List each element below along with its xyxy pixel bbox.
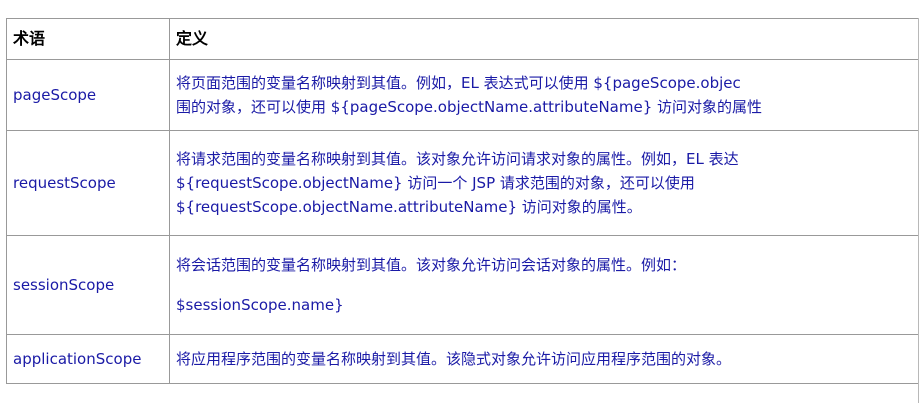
scope-definition-table: 术语 定义 pageScope 将页面范围的变量名称映射到其值。例如，EL 表达… [6,18,919,384]
table-row: pageScope 将页面范围的变量名称映射到其值。例如，EL 表达式可以使用 … [6,59,919,131]
definition-line: ${requestScope.objectName} 访问一个 JSP 请求范围… [176,174,695,192]
definition-line: 将请求范围的变量名称映射到其值。该对象允许访问请求对象的属性。例如，EL 表达 [176,150,739,168]
definition-line: 将应用程序范围的变量名称映射到其值。该隐式对象允许访问应用程序范围的对象。 [176,350,732,368]
definition-line: ${requestScope.objectName.attributeName}… [176,198,642,216]
term-cell: applicationScope [6,334,170,384]
definition-cell: 将页面范围的变量名称映射到其值。例如，EL 表达式可以使用 ${pageScop… [169,59,919,131]
term-cell: pageScope [6,59,170,131]
definition-line: $sessionScope.name} [176,296,344,314]
table-header-row: 术语 定义 [6,18,919,60]
table-row: sessionScope 将会话范围的变量名称映射到其值。该对象允许访问会话对象… [6,235,919,335]
term-cell: requestScope [6,130,170,236]
definition-cell: 将应用程序范围的变量名称映射到其值。该隐式对象允许访问应用程序范围的对象。 [169,334,919,384]
definition-cell: 将请求范围的变量名称映射到其值。该对象允许访问请求对象的属性。例如，EL 表达 … [169,130,919,236]
definition-line: 将页面范围的变量名称映射到其值。例如，EL 表达式可以使用 ${pageScop… [176,74,741,92]
definition-line: 将会话范围的变量名称映射到其值。该对象允许访问会话对象的属性。例如： [176,256,687,274]
header-definition: 定义 [169,18,919,60]
header-term: 术语 [6,18,170,60]
line-spacer [176,277,919,293]
definition-cell: 将会话范围的变量名称映射到其值。该对象允许访问会话对象的属性。例如： $sess… [169,235,919,335]
definition-line: 围的对象，还可以使用 ${pageScope.objectName.attrib… [176,98,763,116]
table-row: requestScope 将请求范围的变量名称映射到其值。该对象允许访问请求对象… [6,130,919,236]
definition-table-frame: 术语 定义 pageScope 将页面范围的变量名称映射到其值。例如，EL 表达… [0,0,919,403]
table-row: applicationScope 将应用程序范围的变量名称映射到其值。该隐式对象… [6,334,919,384]
term-cell: sessionScope [6,235,170,335]
